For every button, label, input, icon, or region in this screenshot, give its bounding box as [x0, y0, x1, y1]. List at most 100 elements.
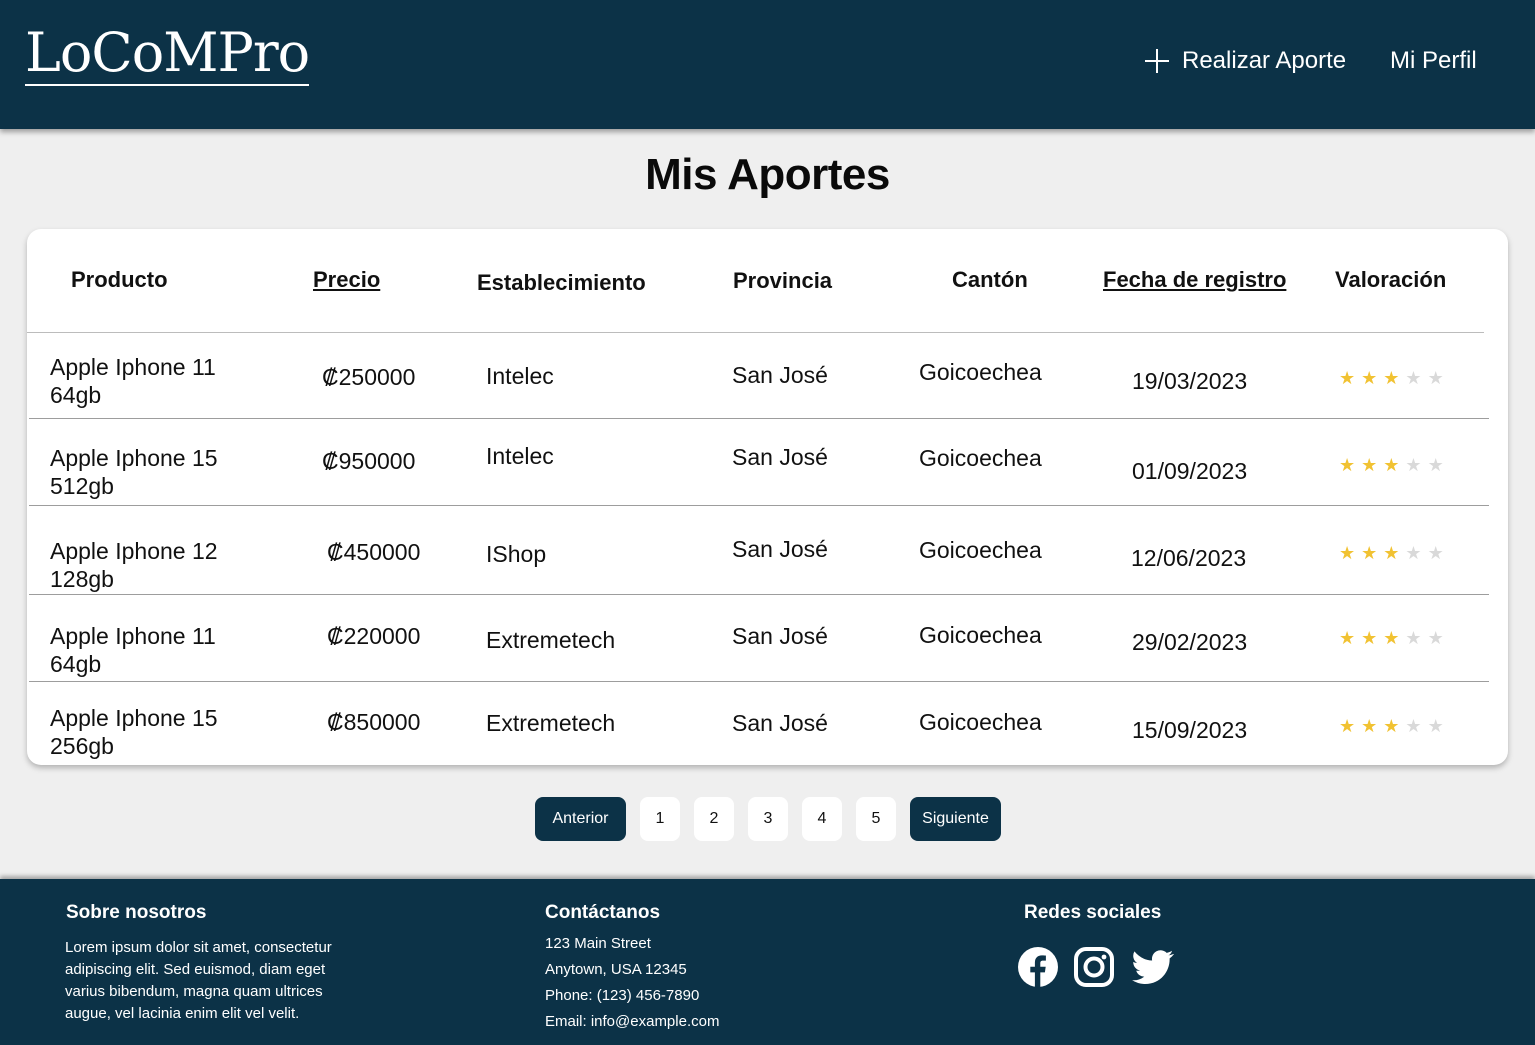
canton-cell: Goicoechea	[919, 709, 1042, 735]
realizar-aporte-link[interactable]: Realizar Aporte	[1144, 44, 1346, 78]
canton-cell: Goicoechea	[919, 359, 1042, 385]
footer-social-title: Redes sociales	[1024, 902, 1162, 923]
footer: Sobre nosotros Lorem ipsum dolor sit ame…	[0, 879, 1535, 1045]
instagram-icon[interactable]	[1073, 946, 1115, 988]
star-empty-icon: ★	[1427, 716, 1450, 736]
star-filled-icon: ★	[1383, 628, 1406, 648]
page-title: Mis Aportes	[645, 150, 890, 199]
column-header-fecha[interactable]: Fecha de registro	[1103, 267, 1286, 293]
column-header-provincia: Provincia	[733, 268, 833, 293]
pagination-page-3[interactable]: 3	[748, 797, 788, 841]
price-cell: ₡450000	[327, 539, 421, 565]
star-filled-icon: ★	[1383, 543, 1406, 563]
footer-address-line: 123 Main Street	[545, 935, 651, 952]
star-filled-icon: ★	[1361, 716, 1384, 736]
star-filled-icon: ★	[1383, 455, 1406, 475]
price-cell: ₡220000	[327, 623, 421, 649]
contributions-table: Producto Precio Establecimiento Provinci…	[27, 229, 1508, 765]
province-cell: San José	[732, 623, 828, 649]
column-header-canton: Cantón	[952, 267, 1028, 292]
store-cell: Extremetech	[486, 710, 616, 736]
product-cell: Apple Iphone 12 128gb	[50, 538, 218, 592]
product-cell: Apple Iphone 11 64gb	[50, 354, 216, 408]
star-empty-icon: ★	[1405, 368, 1428, 388]
star-filled-icon: ★	[1339, 543, 1362, 563]
date-cell: 12/06/2023	[1131, 545, 1247, 571]
star-empty-icon: ★	[1427, 543, 1450, 563]
store-cell: Intelec	[486, 363, 554, 389]
pagination-page-1[interactable]: 1	[640, 797, 680, 841]
store-cell: Intelec	[486, 443, 554, 469]
rating-stars: ★★★★★	[1339, 716, 1450, 736]
star-filled-icon: ★	[1383, 368, 1406, 388]
column-header-establecimiento: Establecimiento	[477, 270, 646, 295]
canton-cell: Goicoechea	[919, 537, 1042, 563]
star-empty-icon: ★	[1405, 628, 1428, 648]
star-empty-icon: ★	[1405, 455, 1428, 475]
pagination-prev-button[interactable]: Anterior	[535, 797, 626, 841]
table-row: Apple Iphone 11 64gb ₡250000 Intelec San…	[27, 333, 1508, 419]
date-cell: 01/09/2023	[1132, 458, 1248, 484]
footer-city-line: Anytown, USA 12345	[545, 961, 687, 978]
price-cell: ₡950000	[322, 448, 416, 474]
column-header-precio[interactable]: Precio	[313, 267, 380, 293]
star-empty-icon: ★	[1427, 628, 1450, 648]
footer-about-text: Lorem ipsum dolor sit amet, consectetur …	[65, 937, 332, 1025]
table-row: Apple Iphone 15 256gb ₡850000 Extremetec…	[27, 682, 1508, 765]
facebook-icon[interactable]	[1017, 946, 1059, 988]
star-empty-icon: ★	[1405, 716, 1428, 736]
star-filled-icon: ★	[1361, 543, 1384, 563]
date-cell: 19/03/2023	[1132, 368, 1248, 394]
product-cell: Apple Iphone 11 64gb	[50, 623, 216, 677]
realizar-aporte-label: Realizar Aporte	[1182, 47, 1347, 74]
star-filled-icon: ★	[1339, 628, 1362, 648]
column-header-producto: Producto	[71, 267, 168, 292]
product-cell: Apple Iphone 15 512gb	[50, 445, 218, 499]
mi-perfil-link[interactable]: Mi Perfil	[1390, 44, 1477, 78]
star-filled-icon: ★	[1339, 716, 1362, 736]
top-header: LoCoMPro Realizar Aporte Mi Perfil	[0, 0, 1535, 129]
star-filled-icon: ★	[1361, 628, 1384, 648]
star-filled-icon: ★	[1339, 368, 1362, 388]
column-header-valoracion: Valoración	[1335, 267, 1447, 292]
star-filled-icon: ★	[1339, 455, 1362, 475]
star-filled-icon: ★	[1361, 368, 1384, 388]
canton-cell: Goicoechea	[919, 445, 1042, 471]
rating-stars: ★★★★★	[1339, 455, 1450, 475]
star-filled-icon: ★	[1383, 716, 1406, 736]
pagination-page-2[interactable]: 2	[694, 797, 734, 841]
pagination-page-5[interactable]: 5	[856, 797, 896, 841]
star-empty-icon: ★	[1427, 455, 1450, 475]
province-cell: San José	[732, 710, 828, 736]
plus-icon	[1144, 48, 1170, 74]
footer-about-line: varius bibendum, magna quam ultrices	[65, 983, 323, 1000]
pagination-next-button[interactable]: Siguiente	[910, 797, 1001, 841]
table-row: Apple Iphone 15 512gb ₡950000 Intelec Sa…	[27, 419, 1508, 506]
date-cell: 15/09/2023	[1132, 717, 1248, 743]
footer-contact-title: Contáctanos	[545, 902, 661, 923]
store-cell: IShop	[486, 541, 547, 567]
star-empty-icon: ★	[1405, 543, 1428, 563]
province-cell: San José	[732, 444, 828, 470]
canton-cell: Goicoechea	[919, 622, 1042, 648]
pagination-page-4[interactable]: 4	[802, 797, 842, 841]
twitter-icon[interactable]	[1130, 946, 1176, 988]
price-cell: ₡250000	[322, 364, 416, 390]
rating-stars: ★★★★★	[1339, 628, 1450, 648]
star-filled-icon: ★	[1361, 455, 1384, 475]
price-cell: ₡850000	[327, 709, 421, 735]
store-cell: Extremetech	[486, 627, 616, 653]
footer-phone: Phone: (123) 456-7890	[545, 987, 700, 1004]
footer-email: Email: info@example.com	[545, 1013, 720, 1030]
rating-stars: ★★★★★	[1339, 368, 1450, 388]
rating-stars: ★★★★★	[1339, 543, 1450, 563]
province-cell: San José	[732, 536, 828, 562]
footer-contact-text: 123 Main Street Anytown, USA 12345 Phone…	[545, 931, 719, 1035]
logo[interactable]: LoCoMPro	[25, 22, 310, 86]
footer-about-title: Sobre nosotros	[66, 902, 207, 923]
province-cell: San José	[732, 362, 828, 388]
table-row: Apple Iphone 12 128gb ₡450000 IShop San …	[27, 506, 1508, 595]
table-row: Apple Iphone 11 64gb ₡220000 Extremetech…	[27, 595, 1508, 682]
product-cell: Apple Iphone 15 256gb	[50, 705, 218, 759]
footer-about-line: augue, vel lacinia enim elit vel velit.	[65, 1005, 300, 1022]
